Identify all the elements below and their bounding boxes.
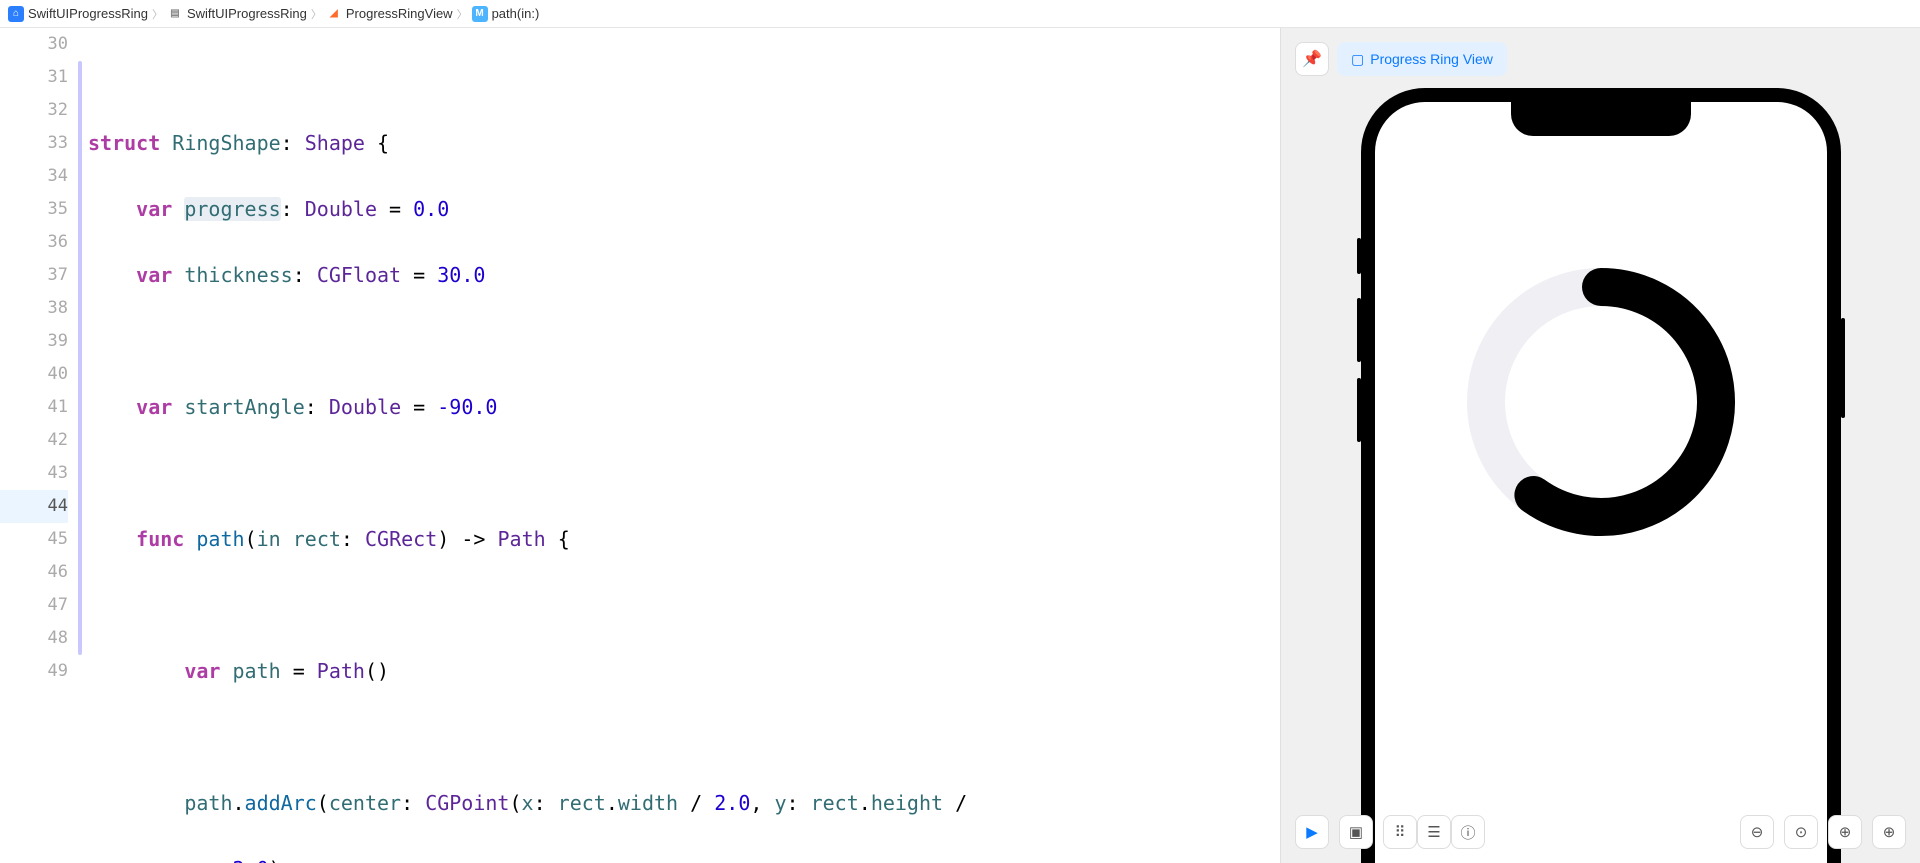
selectable-button[interactable]: ▣ bbox=[1339, 815, 1373, 849]
breadcrumb-label: SwiftUIProgressRing bbox=[28, 6, 148, 21]
breadcrumb-label: SwiftUIProgressRing bbox=[187, 6, 307, 21]
zoom-fit-button[interactable]: ⊙ bbox=[1784, 815, 1818, 849]
preview-title: Progress Ring View bbox=[1370, 51, 1493, 67]
volume-button bbox=[1357, 238, 1361, 274]
line-gutter: 30 31 32 33 34 35 36 37 38 39 40 41 42 4… bbox=[0, 28, 80, 863]
app-icon: ⌂ bbox=[8, 6, 24, 22]
chevron-right-icon: 〉 bbox=[311, 6, 322, 22]
breadcrumb-label: path(in:) bbox=[492, 6, 540, 21]
zoom-fit-icon: ⊙ bbox=[1795, 823, 1808, 841]
pin-button[interactable]: 📌 bbox=[1295, 42, 1329, 76]
swift-icon: ◢ bbox=[326, 6, 342, 22]
volume-button bbox=[1357, 298, 1361, 362]
preview-toolbar: ▶ ▣ ⠿ ☰ ⓘ ⊖ ⊙ ⊕ ⊕ bbox=[1295, 815, 1906, 849]
device-screen[interactable] bbox=[1375, 102, 1827, 863]
breadcrumb-item-folder[interactable]: ▤ SwiftUIProgressRing bbox=[167, 6, 307, 22]
chevron-right-icon: 〉 bbox=[152, 6, 163, 22]
breadcrumb: ⌂ SwiftUIProgressRing 〉 ▤ SwiftUIProgres… bbox=[0, 0, 1920, 28]
volume-button bbox=[1357, 378, 1361, 442]
breadcrumb-item-project[interactable]: ⌂ SwiftUIProgressRing bbox=[8, 6, 148, 22]
iphone-device bbox=[1361, 88, 1841, 863]
code-editor[interactable]: 30 31 32 33 34 35 36 37 38 39 40 41 42 4… bbox=[0, 28, 1280, 863]
breadcrumb-label: ProgressRingView bbox=[346, 6, 453, 21]
zoom-100-button[interactable]: ⊕ bbox=[1828, 815, 1862, 849]
grid-icon: ⠿ bbox=[1395, 823, 1406, 841]
selectable-icon: ▣ bbox=[1349, 823, 1363, 841]
power-button bbox=[1841, 318, 1845, 418]
device-settings-button[interactable]: ☰ bbox=[1417, 815, 1451, 849]
pin-icon: 📌 bbox=[1302, 49, 1322, 69]
live-preview-button[interactable]: ▶ bbox=[1295, 815, 1329, 849]
method-icon: M bbox=[472, 6, 488, 22]
settings-icon: ☰ bbox=[1427, 823, 1440, 841]
zoom-out-button[interactable]: ⊖ bbox=[1740, 815, 1774, 849]
zoom-in-button[interactable]: ⊕ bbox=[1872, 815, 1906, 849]
breadcrumb-item-file[interactable]: ◢ ProgressRingView bbox=[326, 6, 453, 22]
progress-ring bbox=[1451, 252, 1751, 552]
play-icon: ▶ bbox=[1306, 823, 1318, 841]
preview-select-button[interactable]: ▢ Progress Ring View bbox=[1337, 42, 1507, 76]
accessibility-icon: ⓘ bbox=[1460, 822, 1475, 843]
preview-canvas: 📌 ▢ Progress Ring View bbox=[1280, 28, 1920, 863]
preview-app-icon: ▢ bbox=[1351, 51, 1364, 68]
device-wrapper bbox=[1281, 28, 1920, 863]
zoom-in-icon: ⊕ bbox=[1883, 823, 1896, 841]
variants-button[interactable]: ⠿ bbox=[1383, 815, 1417, 849]
zoom-actual-icon: ⊕ bbox=[1839, 823, 1852, 841]
breadcrumb-item-symbol[interactable]: M path(in:) bbox=[472, 6, 540, 22]
chevron-right-icon: 〉 bbox=[457, 6, 468, 22]
accessibility-button[interactable]: ⓘ bbox=[1451, 815, 1485, 849]
main-area: 30 31 32 33 34 35 36 37 38 39 40 41 42 4… bbox=[0, 28, 1920, 863]
zoom-out-icon: ⊖ bbox=[1751, 823, 1764, 841]
device-notch bbox=[1511, 102, 1691, 136]
code-content[interactable]: struct RingShape: Shape { var progress: … bbox=[80, 28, 1280, 863]
folder-icon: ▤ bbox=[167, 6, 183, 22]
preview-header: 📌 ▢ Progress Ring View bbox=[1295, 42, 1507, 76]
